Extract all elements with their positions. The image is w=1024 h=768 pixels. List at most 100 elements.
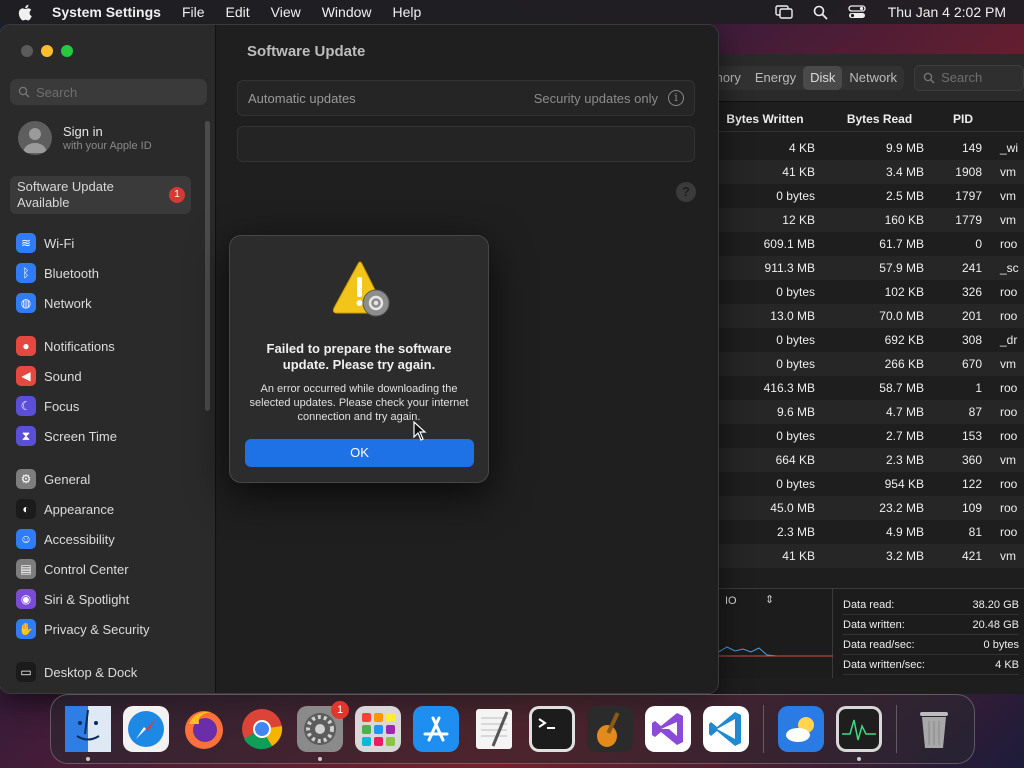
file-menu[interactable]: File	[182, 4, 205, 20]
activity-monitor-icon[interactable]	[836, 706, 882, 761]
sidebar-item-appearance[interactable]: ◐ Appearance	[16, 494, 149, 524]
sidebar-item-notifications[interactable]: ● Notifications	[16, 331, 117, 361]
table-row[interactable]: 0 bytes 692 KB 308 _dr	[705, 328, 1024, 352]
sidebar-item-privacy-security[interactable]: ✋ Privacy & Security	[16, 614, 149, 644]
activity-search-input[interactable]: Search	[914, 64, 1024, 91]
sidebar-item-control-center[interactable]: ▤ Control Center	[16, 554, 149, 584]
menu-bar-clock[interactable]: Thu Jan 4 2:02 PM	[888, 4, 1006, 20]
table-row[interactable]: 0 bytes 2.5 MB 1797 vm	[705, 184, 1024, 208]
control-center-icon[interactable]	[848, 5, 866, 19]
screen-mirroring-icon[interactable]	[775, 5, 793, 19]
table-row[interactable]: 0 bytes 2.7 MB 153 roo	[705, 424, 1024, 448]
search-icon	[923, 72, 935, 83]
col-bytes-written[interactable]: Bytes Written	[705, 112, 825, 126]
sidebar-item-siri-spotlight[interactable]: ◉ Siri & Spotlight	[16, 584, 149, 614]
terminal-icon[interactable]	[529, 706, 575, 752]
table-row[interactable]: 12 KB 160 KB 1779 vm	[705, 208, 1024, 232]
table-row[interactable]: 41 KB 3.2 MB 421 vm	[705, 544, 1024, 568]
table-row[interactable]: 2.3 MB 4.9 MB 81 roo	[705, 520, 1024, 544]
trash-icon[interactable]	[911, 706, 957, 752]
sidebar-item-label: Sound	[44, 368, 82, 384]
io-stat-value: 4 KB	[995, 658, 1019, 671]
info-icon[interactable]: i	[668, 90, 684, 106]
running-indicator	[86, 757, 90, 761]
bytes-written-cell: 2.3 MB	[776, 525, 815, 539]
table-row[interactable]: 41 KB 3.4 MB 1908 vm	[705, 160, 1024, 184]
sidebar-item-label: Wi-Fi	[44, 235, 75, 251]
garageband-icon[interactable]	[587, 706, 633, 752]
sidebar-item-bluetooth[interactable]: ᛒ Bluetooth	[16, 258, 99, 288]
chrome-icon[interactable]	[239, 706, 285, 752]
appearance-icon: ◐	[16, 499, 36, 519]
tab-network[interactable]: Network	[842, 66, 904, 90]
edit-menu[interactable]: Edit	[226, 4, 250, 20]
view-menu[interactable]: View	[271, 4, 301, 20]
sidebar-item-accessibility[interactable]: ☺ Accessibility	[16, 524, 149, 554]
textedit-icon[interactable]	[471, 706, 517, 752]
bytes-read-cell: 57.9 MB	[879, 261, 924, 275]
col-bytes-read[interactable]: Bytes Read	[825, 112, 934, 126]
app-store-icon[interactable]	[413, 706, 459, 752]
sidebar-item-wi-fi[interactable]: ≋ Wi-Fi	[16, 228, 99, 258]
table-row[interactable]: 609.1 MB 61.7 MB 0 roo	[705, 232, 1024, 256]
finder-icon[interactable]	[65, 706, 111, 761]
sidebar-item-desktop-dock[interactable]: ▭ Desktop & Dock	[16, 657, 137, 687]
pid-cell: 87	[968, 405, 982, 419]
close-button[interactable]	[21, 45, 33, 57]
launchpad-icon[interactable]	[355, 706, 401, 752]
user-cell: vm	[1000, 213, 1016, 227]
apple-menu-icon[interactable]	[18, 4, 36, 21]
graph-mode-chevron-icon[interactable]: ⇕	[765, 593, 774, 606]
table-row[interactable]: 0 bytes 266 KB 670 vm	[705, 352, 1024, 376]
table-row[interactable]: 9.6 MB 4.7 MB 87 roo	[705, 400, 1024, 424]
table-row[interactable]: 13.0 MB 70.0 MB 201 roo	[705, 304, 1024, 328]
window-menu[interactable]: Window	[322, 4, 372, 20]
table-row[interactable]: 416.3 MB 58.7 MB 1 roo	[705, 376, 1024, 400]
bytes-read-cell: 2.7 MB	[885, 429, 924, 443]
vscode-icon[interactable]	[703, 706, 749, 752]
ok-button[interactable]: OK	[245, 439, 474, 467]
sidebar-scrollbar[interactable]	[205, 121, 210, 411]
help-button[interactable]: ?	[676, 182, 696, 202]
weather-icon[interactable]	[778, 706, 824, 752]
help-menu[interactable]: Help	[393, 4, 422, 20]
sidebar-item-sound[interactable]: ◀ Sound	[16, 361, 117, 391]
minimize-button[interactable]	[41, 45, 53, 57]
user-cell: vm	[1000, 357, 1016, 371]
table-row[interactable]: 45.0 MB 23.2 MB 109 roo	[705, 496, 1024, 520]
firefox-icon[interactable]	[181, 706, 227, 752]
zoom-button[interactable]	[61, 45, 73, 57]
apple-id-signin[interactable]: Sign in with your Apple ID	[18, 121, 152, 155]
system-settings-icon[interactable]: 1	[297, 701, 349, 761]
io-stat-label: Data read/sec:	[843, 638, 915, 651]
safari-icon[interactable]	[123, 706, 169, 752]
table-row[interactable]: 4 KB 9.9 MB 149 _wi	[705, 136, 1024, 160]
hand-icon: ✋	[16, 619, 36, 639]
bytes-written-cell: 0 bytes	[776, 189, 815, 203]
sidebar-group: ⚙ General ◐ Appearance ☺ Accessibility ▤ Contro…	[16, 464, 149, 644]
sidebar-item-software-update-available[interactable]: Software Update Available 1	[10, 176, 191, 214]
signin-title: Sign in	[63, 124, 103, 139]
sidebar-item-focus[interactable]: ☾ Focus	[16, 391, 117, 421]
sidebar-item-network[interactable]: ◍ Network	[16, 288, 99, 318]
app-menu[interactable]: System Settings	[52, 4, 161, 20]
visual-studio-icon[interactable]	[645, 706, 691, 752]
spotlight-search-icon[interactable]	[813, 5, 828, 20]
sidebar-search-input[interactable]: Search	[10, 79, 207, 105]
sidebar-item-screen-time[interactable]: ⧗ Screen Time	[16, 421, 117, 451]
signin-subtitle: with your Apple ID	[63, 140, 152, 152]
table-row[interactable]: 0 bytes 102 KB 326 roo	[705, 280, 1024, 304]
sidebar-item-general[interactable]: ⚙ General	[16, 464, 149, 494]
col-pid[interactable]: PID	[934, 112, 992, 126]
hourglass-icon: ⧗	[16, 426, 36, 446]
activity-table-body: 4 KB 9.9 MB 149 _wi 41 KB 3.4 MB 1908 vm 0 bytes…	[705, 136, 1024, 568]
bytes-written-cell: 13.0 MB	[770, 309, 815, 323]
table-row[interactable]: 911.3 MB 57.9 MB 241 _sc	[705, 256, 1024, 280]
error-alert-dialog: Failed to prepare the software update. P…	[229, 235, 489, 483]
user-cell: vm	[1000, 549, 1016, 563]
table-row[interactable]: 0 bytes 954 KB 122 roo	[705, 472, 1024, 496]
tab-disk[interactable]: Disk	[803, 65, 843, 90]
user-cell: _dr	[1000, 333, 1018, 347]
table-row[interactable]: 664 KB 2.3 MB 360 vm	[705, 448, 1024, 472]
tab-energy[interactable]: Energy	[748, 66, 803, 90]
